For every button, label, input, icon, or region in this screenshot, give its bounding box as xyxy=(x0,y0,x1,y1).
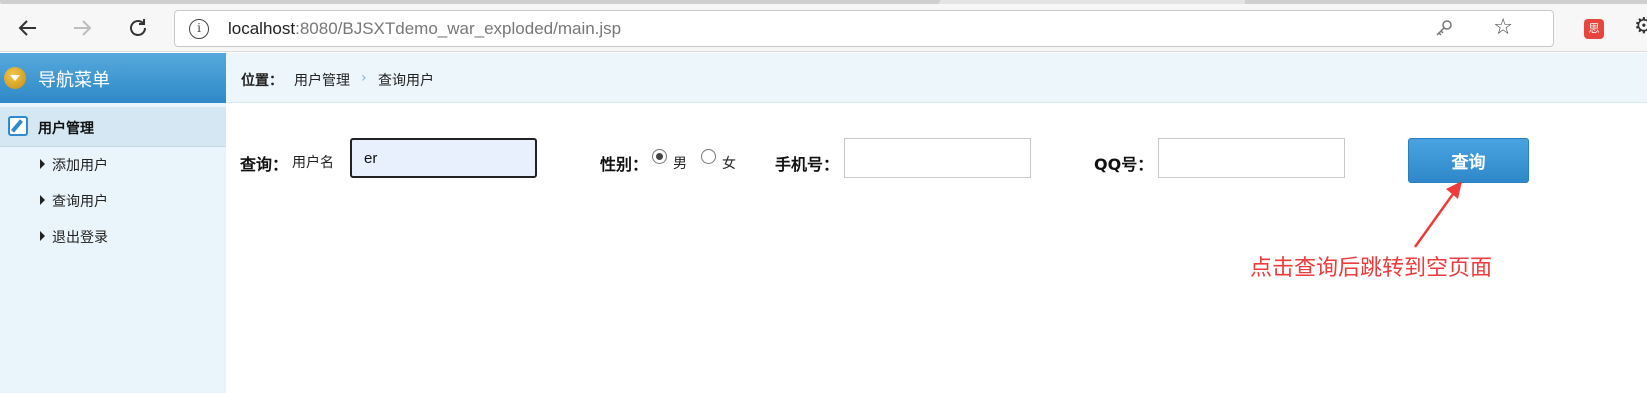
reload-icon xyxy=(130,19,146,36)
sidebar-group-user-management[interactable]: 用户管理 xyxy=(0,107,226,147)
arrow-left-icon xyxy=(18,20,36,36)
breadcrumb: 位置： 用户管理 › 查询用户 xyxy=(226,53,1647,103)
qq-label: QQ号： xyxy=(1094,155,1154,174)
qq-input[interactable] xyxy=(1158,138,1345,178)
tab-strip xyxy=(0,0,1647,4)
gender-female-label: 女 xyxy=(722,156,736,172)
back-button[interactable] xyxy=(14,14,42,42)
caret-right-icon xyxy=(40,231,45,241)
sidebar: 导航菜单 用户管理 添加用户 查询用户 退出登录 xyxy=(0,53,226,393)
browser-toolbar: i localhost:8080/BJSXTdemo_war_exploded/… xyxy=(0,0,1647,52)
active-tab-edge[interactable] xyxy=(0,0,940,4)
sidebar-group-label: 用户管理 xyxy=(38,121,94,137)
url-path: :8080/BJSXTdemo_war_exploded/main.jsp xyxy=(295,19,622,38)
forward-button[interactable] xyxy=(68,14,96,42)
username-label: 用户名 xyxy=(292,155,334,171)
extension-icon[interactable]: 思 xyxy=(1584,19,1604,39)
sidebar-item-logout[interactable]: 退出登录 xyxy=(40,227,220,251)
phone-label: 手机号： xyxy=(775,155,840,174)
inactive-tab-edge[interactable] xyxy=(1245,0,1647,4)
gender-female-radio[interactable] xyxy=(701,149,716,164)
sidebar-item-add-user[interactable]: 添加用户 xyxy=(40,155,220,179)
arrow-right-icon xyxy=(74,20,92,36)
caret-right-icon xyxy=(40,159,45,169)
key-icon[interactable] xyxy=(1435,19,1453,42)
gender-label: 性别： xyxy=(600,155,649,174)
sidebar-item-query-user[interactable]: 查询用户 xyxy=(40,191,220,215)
address-bar[interactable]: i localhost:8080/BJSXTdemo_war_exploded/… xyxy=(174,10,1554,47)
caret-right-icon xyxy=(40,195,45,205)
breadcrumb-item-query-user: 查询用户 xyxy=(378,73,434,89)
phone-input[interactable] xyxy=(844,138,1031,178)
sidebar-item-label: 查询用户 xyxy=(52,194,108,210)
gender-male-label: 男 xyxy=(673,156,687,172)
edit-icon xyxy=(8,116,28,136)
favorite-star-icon[interactable]: ☆ xyxy=(1493,15,1513,40)
breadcrumb-prefix: 位置： xyxy=(241,73,283,89)
annotation-text: 点击查询后跳转到空页面 xyxy=(1250,255,1493,280)
gender-male-radio[interactable] xyxy=(652,149,667,164)
settings-gear-icon[interactable]: ⚙ xyxy=(1634,14,1647,39)
username-input[interactable] xyxy=(350,138,537,178)
sidebar-item-label: 退出登录 xyxy=(52,230,108,246)
annotation-arrow-icon xyxy=(1413,181,1462,248)
url-text[interactable]: localhost:8080/BJSXTdemo_war_exploded/ma… xyxy=(228,19,621,39)
info-icon[interactable]: i xyxy=(189,19,209,39)
reload-button[interactable] xyxy=(124,14,152,42)
sidebar-item-label: 添加用户 xyxy=(52,158,108,174)
menu-toggle-icon[interactable] xyxy=(4,67,26,89)
url-host: localhost xyxy=(228,19,296,38)
sidebar-title: 导航菜单 xyxy=(38,70,110,90)
sidebar-header: 导航菜单 xyxy=(0,53,226,103)
breadcrumb-separator-icon: › xyxy=(361,70,367,86)
query-label: 查询： xyxy=(240,155,289,174)
breadcrumb-item-user-management[interactable]: 用户管理 xyxy=(294,70,350,90)
